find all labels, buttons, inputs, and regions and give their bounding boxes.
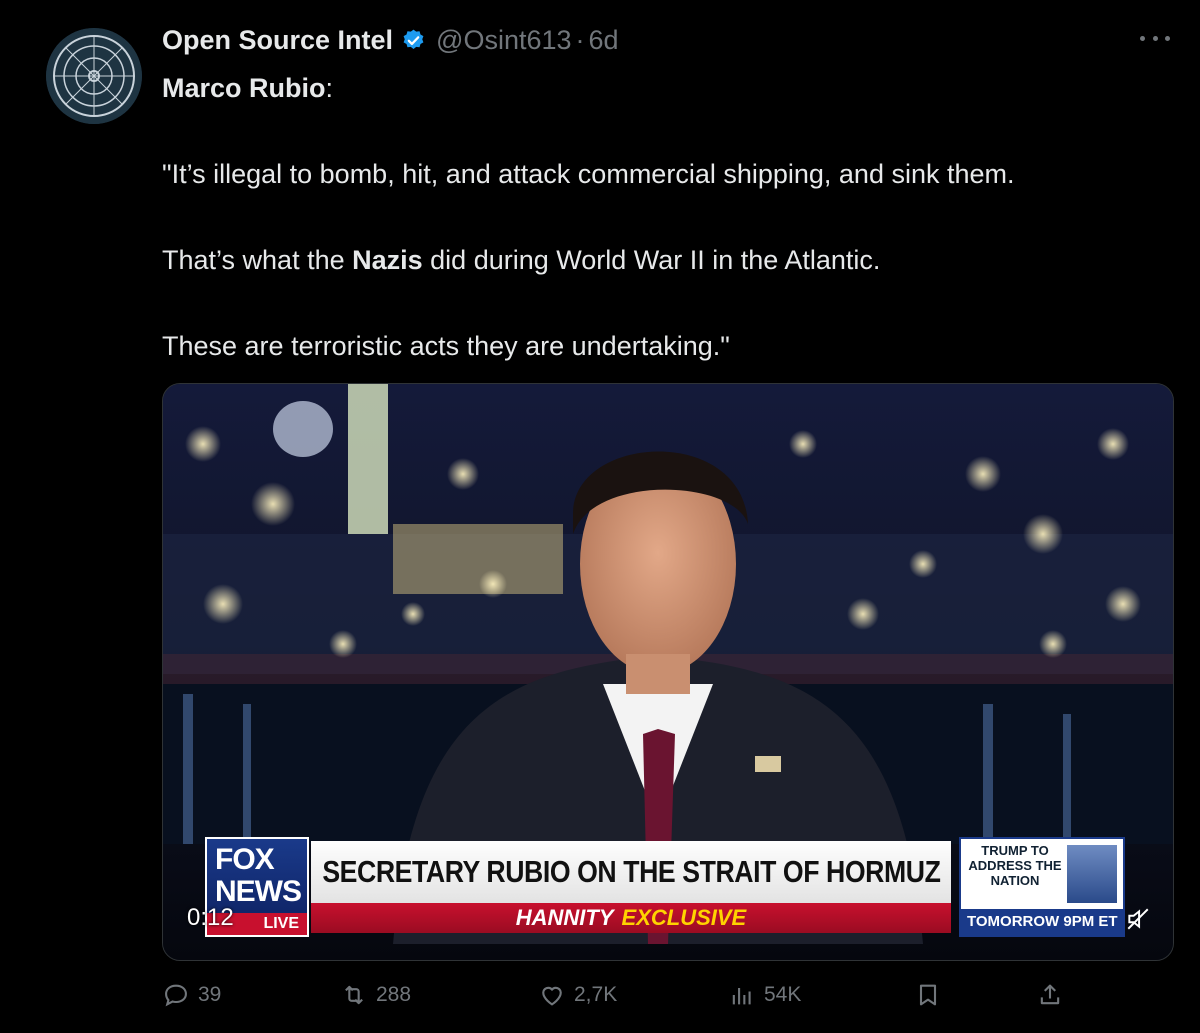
colon: : xyxy=(325,73,334,103)
chyron-headline-text: SECRETARY RUBIO ON THE STRAIT OF HORMUZ xyxy=(321,854,941,889)
bookmark-icon xyxy=(919,984,937,1006)
promo-image xyxy=(1067,845,1117,903)
author-name[interactable]: Open Source Intel xyxy=(162,25,393,56)
repost-count: 288 xyxy=(376,983,412,1006)
mention-name: Marco Rubio xyxy=(162,73,326,103)
views-icon xyxy=(732,988,751,1005)
chyron-show-name: HANNITY xyxy=(515,905,614,930)
views-button[interactable]: 54K xyxy=(728,975,801,1015)
avatar[interactable] xyxy=(46,28,142,124)
reply-icon xyxy=(165,984,187,1007)
reply-button[interactable]: 39 xyxy=(162,975,221,1015)
promo-text: TRUMP TO ADDRESS THE NATION xyxy=(968,843,1062,888)
video-player[interactable]: FOX NEWS LIVE SECRETARY RUBIO ON THE STR… xyxy=(162,383,1174,961)
quote-line-2-post: did during World War II in the Atlantic. xyxy=(422,245,881,275)
chyron-subline: HANNITY EXCLUSIVE xyxy=(311,903,951,933)
more-icon[interactable] xyxy=(1140,26,1170,50)
timestamp[interactable]: 6d xyxy=(589,25,619,56)
views-count: 54K xyxy=(764,983,802,1006)
separator: · xyxy=(575,24,585,55)
verified-icon xyxy=(403,29,424,49)
chyron-exclusive: EXCLUSIVE xyxy=(621,905,747,930)
like-button[interactable]: 2,7K xyxy=(538,975,617,1015)
lower-third: FOX NEWS LIVE SECRETARY RUBIO ON THE STR… xyxy=(205,837,1125,939)
mute-icon[interactable] xyxy=(1125,906,1151,932)
chyron-headline: SECRETARY RUBIO ON THE STRAIT OF HORMUZ xyxy=(311,841,951,903)
repost-button[interactable]: 288 xyxy=(340,975,411,1015)
bookmark-button[interactable] xyxy=(914,975,950,1015)
tweet-header: Open Source Intel @Osint613 · 6d xyxy=(162,22,619,58)
like-icon xyxy=(542,986,562,1006)
share-button[interactable] xyxy=(1036,975,1072,1015)
action-bar: 39 288 2,7K 54K xyxy=(162,975,1062,1015)
like-count: 2,7K xyxy=(574,983,618,1006)
tweet-text: Marco Rubio: "It’s illegal to bomb, hit,… xyxy=(162,70,1172,364)
quote-line-3: These are terroristic acts they are unde… xyxy=(162,331,730,361)
reply-count: 39 xyxy=(198,983,222,1006)
network-logo-line1: FOX xyxy=(215,843,275,876)
share-icon xyxy=(1040,984,1060,1005)
quote-line-2-bold: Nazis xyxy=(352,245,423,275)
promo-box: TRUMP TO ADDRESS THE NATION TOMORROW 9PM… xyxy=(959,837,1125,937)
author-handle[interactable]: @Osint613 xyxy=(436,25,571,56)
promo-bar: TOMORROW 9PM ET xyxy=(961,909,1123,935)
quote-line-2: That’s what the Nazis did during World W… xyxy=(162,242,1172,278)
repost-icon xyxy=(345,985,363,1005)
quote-line-2-pre: That’s what the xyxy=(162,245,353,275)
video-timer: 0:12 xyxy=(187,904,234,931)
quote-line-1: "It’s illegal to bomb, hit, and attack c… xyxy=(162,159,1015,189)
